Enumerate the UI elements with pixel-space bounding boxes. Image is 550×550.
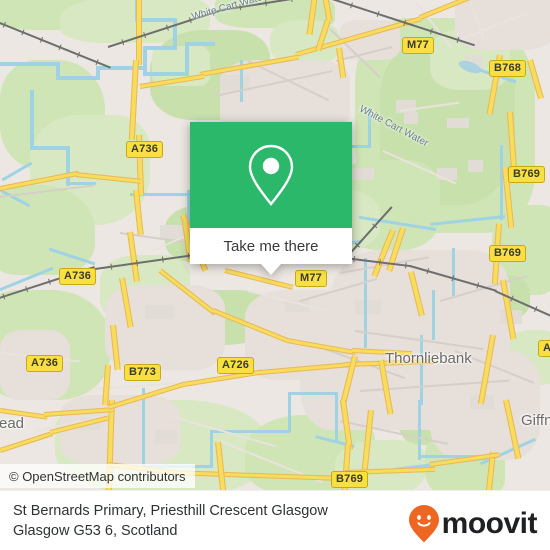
building [355, 300, 381, 314]
river [432, 290, 435, 340]
road-shield-b769[interactable]: B769 [331, 471, 369, 488]
road-shield-b769[interactable]: B769 [489, 245, 527, 262]
major-road [224, 268, 294, 290]
building [155, 430, 177, 444]
river [0, 62, 60, 66]
place-label-thornliebank: Thornliebank [385, 350, 472, 367]
river [335, 392, 338, 442]
map-canvas[interactable]: White Cart Water White Cart Water Thornl… [0, 0, 550, 490]
map-screenshot: White Cart Water White Cart Water Thornl… [0, 0, 550, 550]
moovit-wordmark: moovit [441, 507, 538, 540]
location-callout-card[interactable]: Take me there [190, 122, 352, 275]
callout-header [190, 122, 352, 228]
river [452, 248, 455, 296]
river [185, 42, 189, 76]
river [30, 146, 70, 150]
road-shield-a736[interactable]: A736 [59, 268, 97, 285]
moovit-logo[interactable]: moovit [408, 505, 538, 543]
river [142, 388, 145, 468]
callout-pointer-tail [261, 264, 281, 275]
place-label-giffnock: Giffno [521, 412, 550, 429]
map-pin-icon [248, 144, 294, 206]
river [420, 335, 423, 405]
road-shield-a726[interactable]: A726 [217, 357, 255, 374]
major-road-a736 [136, 0, 142, 65]
road-shield-m77[interactable]: M77 [295, 270, 327, 287]
map-attribution[interactable]: © OpenStreetMap contributors [0, 464, 195, 488]
road-shield-a736[interactable]: A736 [26, 355, 64, 372]
river [143, 46, 177, 50]
building [468, 160, 483, 172]
place-label-clipped: ead [0, 415, 25, 432]
take-me-there-button[interactable]: Take me there [190, 228, 352, 264]
major-road [0, 431, 54, 453]
river [288, 392, 338, 395]
road-shield-b769[interactable]: B769 [508, 166, 546, 183]
road-shield-m77[interactable]: M77 [402, 37, 434, 54]
building [352, 168, 374, 180]
river [1, 161, 33, 182]
river [364, 258, 367, 348]
building [404, 112, 418, 124]
river [66, 146, 70, 186]
river [210, 430, 213, 468]
take-me-there-label: Take me there [223, 237, 319, 255]
road-shield-a736[interactable]: A736 [126, 141, 164, 158]
river [288, 392, 291, 432]
building [145, 305, 173, 319]
place-title: St Bernards Primary, Priesthill Crescent… [0, 501, 328, 541]
river [143, 72, 188, 76]
river [418, 400, 421, 460]
river [185, 42, 215, 46]
place-title-line1: St Bernards Primary, Priesthill Crescent… [13, 502, 328, 519]
footer-bar: St Bernards Primary, Priesthill Crescent… [0, 490, 550, 550]
attribution-text: © OpenStreetMap contributors [9, 468, 186, 484]
river [30, 90, 34, 150]
road-shield-b768[interactable]: B768 [489, 60, 527, 77]
river [56, 76, 100, 80]
road-shield-b773[interactable]: B773 [124, 364, 162, 381]
building [447, 118, 469, 128]
moovit-smiley-pin-icon [408, 505, 439, 543]
road-shield-a[interactable]: A [538, 340, 550, 357]
place-title-line2: Glasgow G53 6, Scotland [13, 522, 178, 539]
